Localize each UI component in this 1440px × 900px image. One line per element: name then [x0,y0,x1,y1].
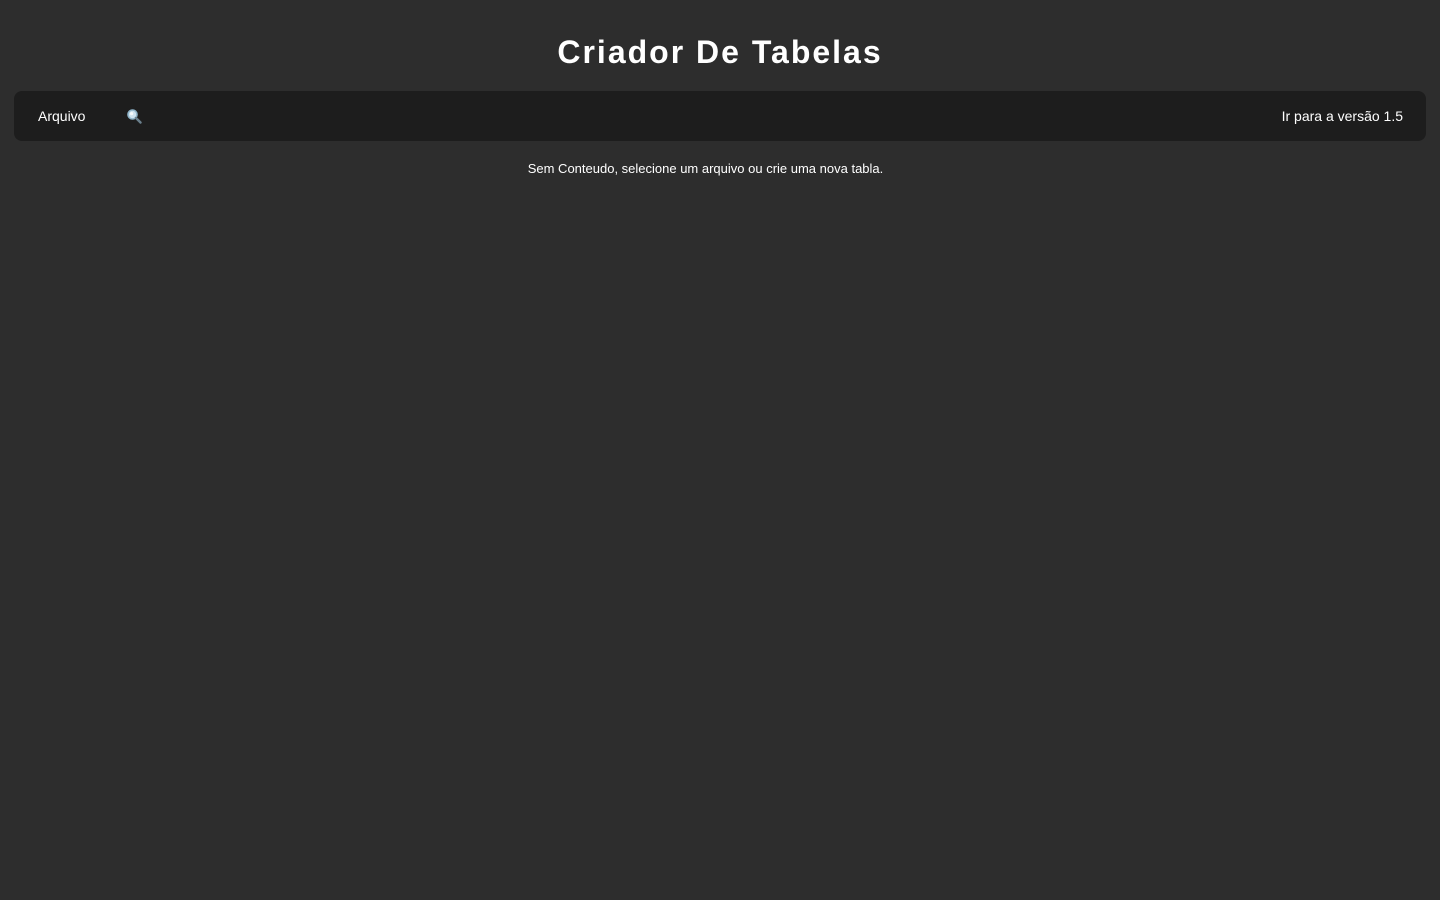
version-link[interactable]: Ir para a versão 1.5 [1282,91,1403,141]
empty-state-message: Sem Conteudo, selecione um arquivo ou cr… [527,161,884,176]
page-title: Criador De Tabelas [557,34,883,70]
search-icon[interactable] [125,107,143,125]
toolbar: Arquivo Ir para a versão 1.5 [14,91,1426,141]
menu-file[interactable]: Arquivo [37,91,86,141]
